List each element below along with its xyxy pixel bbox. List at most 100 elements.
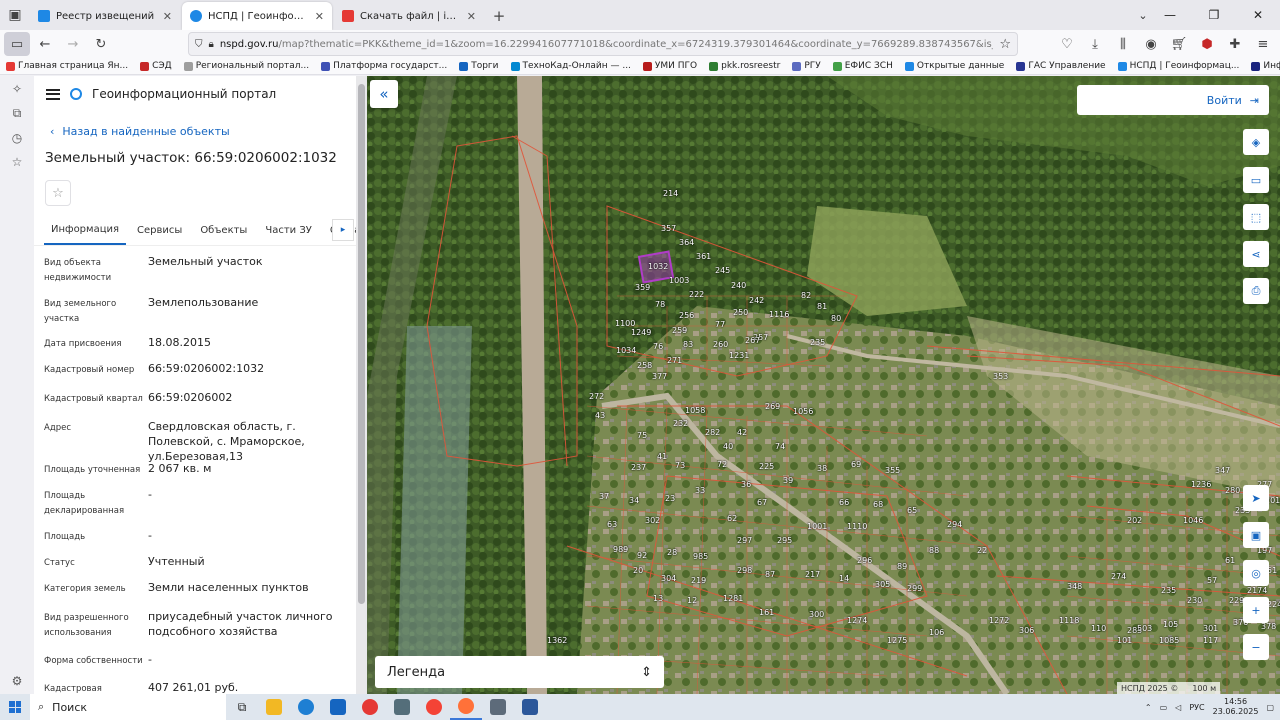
- extensions-puzzle-icon[interactable]: ✚: [1222, 32, 1248, 56]
- reload-icon[interactable]: ↻: [88, 32, 114, 56]
- object-tab[interactable]: Сервисы: [130, 216, 189, 245]
- back-to-results-link[interactable]: ‹ Назад в найденные объекты: [34, 112, 356, 138]
- select-area-button[interactable]: ⬚: [1243, 204, 1269, 230]
- parcel-number-label[interactable]: 237: [631, 463, 646, 472]
- parcel-number-label[interactable]: 1272: [989, 616, 1009, 625]
- parcel-number-label[interactable]: 225: [759, 462, 774, 471]
- layers-button[interactable]: ◈: [1243, 129, 1269, 155]
- parcel-number-label[interactable]: 1362: [547, 636, 567, 645]
- parcel-number-label[interactable]: 357: [661, 224, 676, 233]
- parcel-number-label[interactable]: 297: [737, 536, 752, 545]
- bookmark-item[interactable]: Главная страница Ян...: [6, 61, 128, 71]
- parcel-number-label[interactable]: 66: [839, 498, 849, 507]
- parcel-number-label[interactable]: 1231: [729, 351, 749, 360]
- tray-chevron-icon[interactable]: ⌃: [1145, 703, 1152, 712]
- parcel-number-label[interactable]: 294: [947, 520, 962, 529]
- parcel-number-label[interactable]: 92: [637, 551, 647, 560]
- parcel-number-label[interactable]: 267: [745, 336, 760, 345]
- parcel-number-label[interactable]: 38: [817, 464, 827, 473]
- parcel-number-label[interactable]: 106: [929, 628, 944, 637]
- parcel-number-label[interactable]: 87: [765, 570, 775, 579]
- bookmark-item[interactable]: Торги: [459, 61, 499, 71]
- network-icon[interactable]: ▭: [1160, 703, 1168, 712]
- parcel-number-label[interactable]: 1056: [793, 407, 813, 416]
- parcel-number-label[interactable]: 359: [635, 283, 650, 292]
- tabs-scroll-right-button[interactable]: ▸: [332, 219, 354, 241]
- parcel-number-label[interactable]: 503: [1137, 624, 1152, 633]
- clock[interactable]: 14:56 23.06.2025: [1213, 697, 1259, 717]
- cart-icon[interactable]: 🛒︎: [1166, 32, 1192, 56]
- account-icon[interactable]: ◉: [1138, 32, 1164, 56]
- parcel-number-label[interactable]: 42: [737, 428, 747, 437]
- parcel-number-label[interactable]: 72: [717, 460, 727, 469]
- parcel-number-label[interactable]: 302: [645, 516, 660, 525]
- close-window-button[interactable]: ✕: [1236, 0, 1280, 30]
- lock-icon[interactable]: 🔒︎: [209, 39, 214, 50]
- parcel-number-label[interactable]: 69: [851, 460, 861, 469]
- parcel-number-label[interactable]: 76: [653, 342, 663, 351]
- parcel-number-label[interactable]: 235: [810, 338, 825, 347]
- notifications-icon[interactable]: ▢: [1266, 703, 1274, 712]
- start-button[interactable]: [0, 694, 30, 720]
- menu-icon[interactable]: ≡: [1250, 32, 1276, 56]
- back-arrow-icon[interactable]: ←: [32, 32, 58, 56]
- parcel-number-label[interactable]: 222: [689, 290, 704, 299]
- sidebar-toggle-icon[interactable]: ▭: [4, 32, 30, 56]
- parcel-number-label[interactable]: 364: [679, 238, 694, 247]
- downloads-icon[interactable]: ⤓: [1082, 32, 1108, 56]
- outlook-icon[interactable]: [322, 694, 354, 720]
- parcel-number-label[interactable]: 161: [759, 608, 774, 617]
- parcel-number-label[interactable]: 1274: [847, 616, 867, 625]
- parcel-number-label[interactable]: 280: [1225, 486, 1240, 495]
- parcel-number-label[interactable]: 78: [655, 300, 665, 309]
- bookmark-item[interactable]: ТехноКад-Онлайн — ...: [510, 61, 631, 71]
- bookmarks-star-icon[interactable]: ☆: [12, 155, 23, 169]
- object-tab[interactable]: Информация: [44, 216, 127, 245]
- parcel-number-label[interactable]: 81: [817, 302, 827, 311]
- parcel-number-label[interactable]: 250: [733, 308, 748, 317]
- parcel-number-label[interactable]: 1236: [1191, 480, 1211, 489]
- parcel-number-label[interactable]: 2174: [1247, 586, 1267, 595]
- parcel-number-label[interactable]: 36: [741, 480, 751, 489]
- parcel-number-label[interactable]: 985: [693, 552, 708, 561]
- parcel-number-label[interactable]: 300: [809, 610, 824, 619]
- parcel-number-label[interactable]: 67: [757, 498, 767, 507]
- zoom-in-button[interactable]: +: [1243, 597, 1269, 623]
- locate-button[interactable]: ➤: [1243, 485, 1269, 511]
- parcel-number-label[interactable]: 1100: [615, 319, 635, 328]
- settings-gear-icon[interactable]: ⚙: [12, 674, 23, 688]
- share-button[interactable]: ⋖: [1243, 241, 1269, 267]
- parcel-number-label[interactable]: 75: [637, 431, 647, 440]
- parcel-number-label[interactable]: 282: [705, 428, 720, 437]
- collapse-panel-button[interactable]: «: [370, 80, 398, 108]
- yandex-browser-icon[interactable]: [418, 694, 450, 720]
- bookmark-item[interactable]: Платформа государст...: [321, 61, 447, 71]
- parcel-number-label[interactable]: 88: [929, 546, 939, 555]
- parcel-number-label[interactable]: 1110: [847, 522, 867, 531]
- parcel-number-label[interactable]: 256: [679, 311, 694, 320]
- bookmark-item[interactable]: ГАС Управление: [1016, 61, 1106, 71]
- parcel-number-label[interactable]: 361: [696, 252, 711, 261]
- object-tab[interactable]: Части ЗУ: [258, 216, 319, 245]
- ai-chatbot-icon[interactable]: ✧: [12, 82, 22, 96]
- parcel-number-label[interactable]: 23: [665, 494, 675, 503]
- panel-scrollbar[interactable]: [356, 76, 367, 694]
- task-view-icon[interactable]: ⧉: [226, 694, 258, 720]
- favorite-star-button[interactable]: ☆: [45, 180, 71, 206]
- language-indicator[interactable]: РУС: [1189, 703, 1204, 712]
- parcel-number-label[interactable]: 68: [873, 500, 883, 509]
- parcel-number-label[interactable]: 272: [589, 392, 604, 401]
- forward-arrow-icon[interactable]: →: [60, 32, 86, 56]
- parcel-number-label[interactable]: 1046: [1183, 516, 1203, 525]
- parcel-number-label[interactable]: 347: [1215, 466, 1230, 475]
- login-button[interactable]: Войти ⇥: [1077, 85, 1269, 115]
- parcel-number-label[interactable]: 240: [731, 281, 746, 290]
- parcel-number-label[interactable]: 41: [657, 452, 667, 461]
- parcel-number-label[interactable]: 260: [713, 340, 728, 349]
- parcel-number-label[interactable]: 271: [667, 356, 682, 365]
- parcel-number-label[interactable]: 989: [613, 545, 628, 554]
- legend-dropdown[interactable]: Легенда ⇕: [375, 656, 664, 688]
- parcel-number-label[interactable]: 1275: [887, 636, 907, 645]
- parcel-number-label[interactable]: 12: [687, 596, 697, 605]
- parcel-number-label[interactable]: 80: [831, 314, 841, 323]
